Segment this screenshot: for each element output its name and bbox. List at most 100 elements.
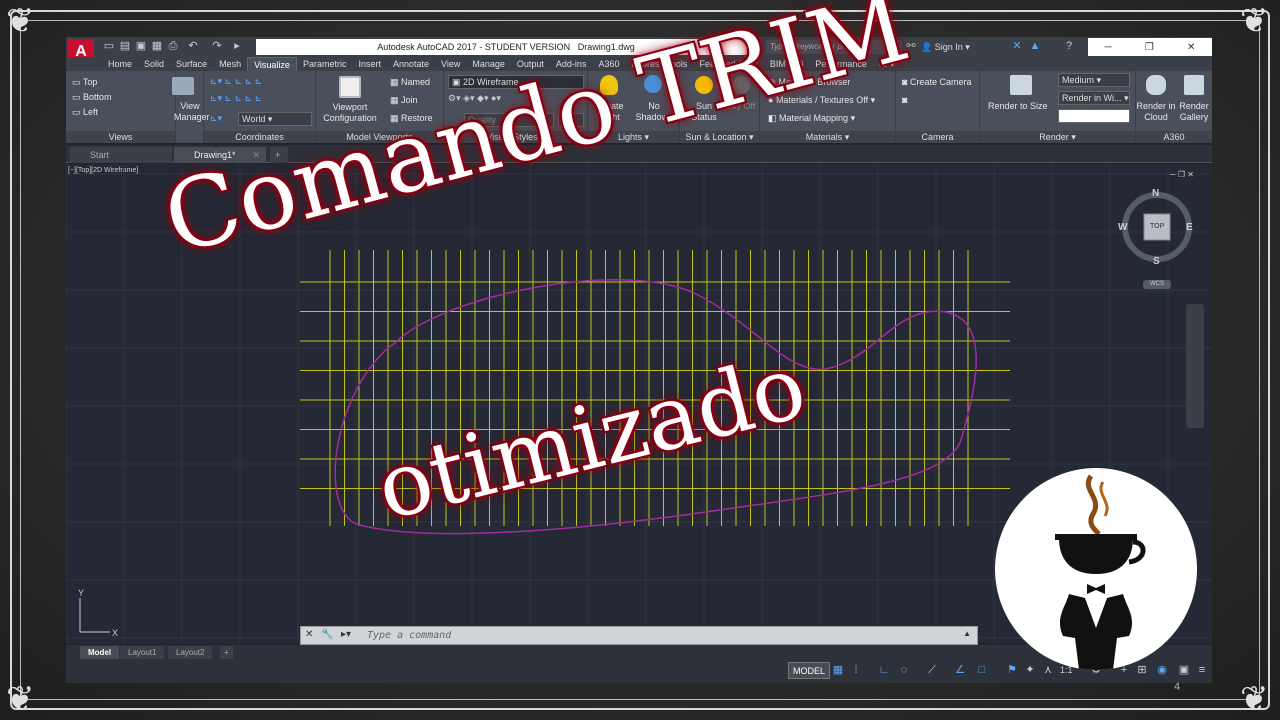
tab-a360[interactable]: A360 (592, 57, 625, 71)
share-icon[interactable]: ▸ (230, 40, 244, 53)
viewcube-north[interactable]: N (1152, 188, 1159, 199)
object-snap-icon[interactable]: □ (976, 664, 988, 676)
sun-icon[interactable] (695, 76, 713, 94)
tab-insert[interactable]: Insert (352, 57, 387, 71)
tab-bim-360[interactable]: BIM 360 (764, 57, 810, 71)
viewcube-top-label[interactable]: TOP (1150, 223, 1164, 230)
quality-value[interactable]: 60 (558, 113, 584, 127)
tab-model[interactable]: Model (80, 646, 120, 659)
sky-off-button[interactable]: Sky Off (726, 101, 755, 112)
model-space-button[interactable]: MODEL (788, 662, 831, 679)
shadows-button[interactable]: No Shadows (634, 101, 674, 123)
plot-icon[interactable]: ⎙ (166, 40, 180, 53)
render-progress-field[interactable] (1058, 109, 1130, 123)
minimize-button[interactable]: ─ (1105, 42, 1112, 53)
isodraft-icon[interactable]: ⟋ (926, 664, 938, 676)
tab-express-tools[interactable]: Express Tools (625, 57, 693, 71)
create-light-button[interactable]: Create Light (590, 101, 630, 123)
view-top[interactable]: ▭ Top (72, 77, 97, 88)
material-mapping-button[interactable]: ◧ Material Mapping ▾ (768, 113, 855, 124)
sign-in-button[interactable]: 👤 Sign In ▾ (921, 40, 970, 54)
create-camera-button[interactable]: ◙ Create Camera (902, 77, 971, 88)
undo-icon[interactable]: ↶ (186, 40, 200, 53)
customize-command-icon[interactable]: 🔧 (321, 629, 333, 640)
auto-scale-icon[interactable]: ✦ (1024, 664, 1036, 676)
viewcube-south[interactable]: S (1153, 256, 1160, 267)
tab-performance[interactable]: Performance (809, 57, 873, 71)
customization-menu-icon[interactable]: ≡ (1196, 664, 1208, 676)
maximize-button[interactable]: ❐ (1145, 42, 1154, 53)
clean-screen-icon[interactable]: ▣ (1178, 664, 1190, 676)
render-cloud-icon[interactable] (1146, 75, 1166, 95)
render-gallery-icon[interactable] (1184, 75, 1204, 95)
grid-icon[interactable]: ▦ (832, 664, 844, 676)
tab-mesh[interactable]: Mesh (213, 57, 247, 71)
ribbon-options-icon[interactable]: ▭ ▾ (873, 57, 901, 71)
recent-commands-icon[interactable]: ▸▾ (341, 629, 351, 640)
sky-icon[interactable] (732, 76, 750, 94)
render-preset-dropdown[interactable]: Medium ▾ (1058, 73, 1130, 87)
materials-browser-button[interactable]: ◉ Materials Browser (768, 77, 850, 88)
tab-parametric[interactable]: Parametric (297, 57, 353, 71)
visual-style-tools[interactable]: ⚙▾ ◈▾ ◆▾ ●▾ (448, 93, 501, 104)
snap-icon[interactable]: ⁞ (850, 664, 862, 676)
tab-view[interactable]: View (435, 57, 466, 71)
tab-layout1[interactable]: Layout1 (120, 646, 165, 659)
quality-slider[interactable]: Quality (464, 113, 554, 127)
tab-surface[interactable]: Surface (170, 57, 213, 71)
viewcube-east[interactable]: E (1186, 222, 1193, 233)
viewcube-west[interactable]: W (1118, 222, 1127, 233)
units-icon[interactable]: ⊞ (1136, 664, 1148, 676)
shadows-icon[interactable] (644, 75, 662, 93)
tab-drawing1[interactable]: Drawing1* ✕ (174, 147, 266, 163)
tab-solid[interactable]: Solid (138, 57, 170, 71)
redo-icon[interactable]: ↷ (210, 40, 224, 53)
new-icon[interactable]: ▭ (102, 40, 116, 53)
help-icon[interactable]: ? (1062, 40, 1076, 53)
named-viewports-button[interactable]: ▦ Named (390, 77, 430, 88)
materials-textures-button[interactable]: ● Materials / Textures Off ▾ (768, 95, 875, 106)
exchange-icon[interactable]: ✕ (1010, 40, 1024, 53)
save-icon[interactable]: ▣ (134, 40, 148, 53)
navigation-bar[interactable] (1186, 304, 1204, 428)
close-command-icon[interactable]: ✕ (305, 629, 313, 640)
tab-visualize[interactable]: Visualize (247, 57, 297, 71)
annotation-scale-icon[interactable]: ⋏ (1042, 664, 1054, 676)
visual-style-dropdown[interactable]: ▣ 2D Wireframe (448, 75, 584, 89)
tab-annotate[interactable]: Annotate (387, 57, 435, 71)
ucs-dropdown[interactable]: World ▾ (238, 112, 312, 126)
tab-featured-apps[interactable]: Featured Apps (693, 57, 764, 71)
add-layout-button[interactable]: + (220, 646, 233, 659)
view-bottom[interactable]: ▭ Bottom (72, 92, 112, 103)
annotation-visibility-icon[interactable]: ⚑ (1006, 664, 1018, 676)
create-light-icon[interactable] (600, 75, 618, 95)
restore-viewports-button[interactable]: ▦ Restore (390, 113, 433, 124)
search-input[interactable]: Type a keyword or phrase (766, 40, 902, 54)
tab-manage[interactable]: Manage (466, 57, 511, 71)
viewport-window-controls[interactable]: ─ ❐ ✕ (1170, 170, 1194, 179)
open-icon[interactable]: ▤ (118, 40, 132, 53)
ucs-icons-row2[interactable]: ⊾▾ ⊾ ⊾ ⊾ ⊾ (210, 93, 262, 104)
render-teapot-icon[interactable] (1010, 75, 1032, 95)
tab-start[interactable]: Start (70, 147, 172, 163)
object-snap-tracking-icon[interactable]: ∠ (954, 664, 966, 676)
save-as-icon[interactable]: ▦ (150, 40, 164, 53)
polar-icon[interactable]: ◌ (898, 664, 910, 676)
tab-layout2[interactable]: Layout2 (168, 646, 213, 659)
tab-add-ins[interactable]: Add-ins (550, 57, 593, 71)
viewport-config-icon[interactable] (339, 76, 361, 98)
render-gallery-button[interactable]: Render Gallery (1174, 101, 1212, 123)
viewport-config-button[interactable]: Viewport Configuration (320, 102, 380, 124)
render-to-size-button[interactable]: Render to Size (988, 101, 1048, 112)
tab-home[interactable]: Home (102, 57, 138, 71)
close-button[interactable]: ✕ (1187, 42, 1195, 53)
ucs-icon[interactable]: ⊾▾ (210, 113, 222, 124)
ortho-icon[interactable]: ∟ (878, 664, 890, 676)
camera-icon[interactable]: ◙ (902, 95, 907, 106)
ucs-icons[interactable]: ⊾▾ ⊾ ⊾ ⊾ ⊾ (210, 76, 262, 87)
render-target-dropdown[interactable]: Render in Wi... ▾ (1058, 91, 1130, 105)
new-tab-button[interactable]: + (270, 147, 288, 163)
wcs-menu[interactable]: WCS (1143, 280, 1171, 289)
join-viewports-button[interactable]: ▦ Join (390, 95, 418, 106)
view-manager-label[interactable]: View Manager (174, 101, 210, 123)
